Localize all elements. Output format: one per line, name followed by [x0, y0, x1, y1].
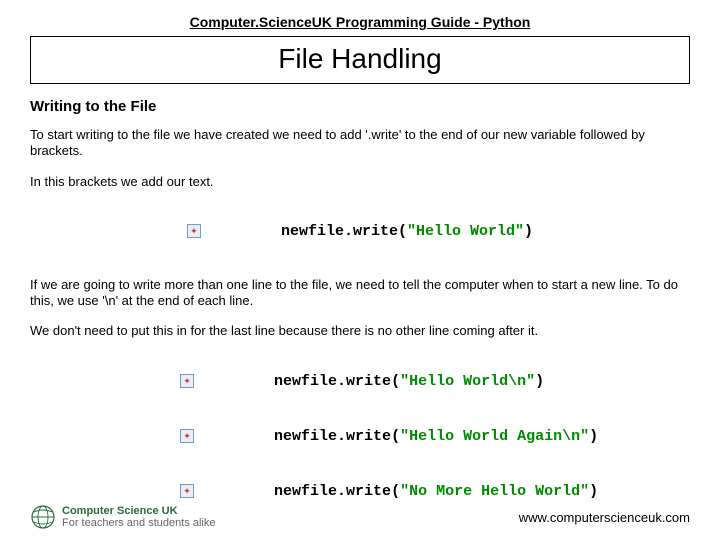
paragraph-2: In this brackets we add our text.	[30, 174, 690, 190]
code-punct: (	[398, 223, 407, 240]
code-punct: .	[337, 373, 346, 390]
code-ident: newfile	[274, 428, 337, 445]
footer-logo: Computer Science UK For teachers and stu…	[30, 504, 215, 530]
footer-logo-title: Computer Science UK	[62, 505, 215, 517]
code-punct: (	[391, 483, 400, 500]
breakpoint-icon: ✦	[180, 429, 194, 443]
code-punct: .	[337, 483, 346, 500]
code-punct: )	[589, 483, 598, 500]
page-footer: Computer Science UK For teachers and stu…	[30, 504, 690, 530]
code-ident: newfile	[281, 223, 344, 240]
globe-icon	[30, 504, 56, 530]
code-punct: .	[337, 428, 346, 445]
footer-logo-subtitle: For teachers and students alike	[62, 517, 215, 529]
code-line: ✦ newfile.write("Hello World")	[187, 206, 533, 257]
paragraph-3: If we are going to write more than one l…	[30, 277, 690, 310]
code-example-1: ✦ newfile.write("Hello World")	[30, 204, 690, 259]
code-punct: )	[524, 223, 533, 240]
code-method: write	[353, 223, 398, 240]
page-header: Computer.ScienceUK Programming Guide - P…	[30, 14, 690, 30]
page-title: File Handling	[30, 36, 690, 84]
code-string: "Hello World\n"	[400, 373, 535, 390]
code-string: "No More Hello World"	[400, 483, 589, 500]
code-method: write	[346, 428, 391, 445]
code-punct: )	[589, 428, 598, 445]
code-method: write	[346, 373, 391, 390]
code-punct: (	[391, 373, 400, 390]
section-heading: Writing to the File	[30, 98, 690, 115]
breakpoint-icon: ✦	[180, 484, 194, 498]
code-ident: newfile	[274, 373, 337, 390]
breakpoint-icon: ✦	[187, 224, 201, 238]
paragraph-1: To start writing to the file we have cre…	[30, 127, 690, 160]
code-punct: )	[535, 373, 544, 390]
code-string: "Hello World"	[407, 223, 524, 240]
code-punct: (	[391, 428, 400, 445]
code-string: "Hello World Again\n"	[400, 428, 589, 445]
code-example-2: ✦ newfile.write("Hello World\n") ✦ newfi…	[30, 354, 690, 519]
breakpoint-icon: ✦	[180, 374, 194, 388]
footer-logo-text: Computer Science UK For teachers and stu…	[62, 505, 215, 529]
code-method: write	[346, 483, 391, 500]
code-ident: newfile	[274, 483, 337, 500]
code-punct: .	[344, 223, 353, 240]
code-line: ✦ newfile.write("Hello World Again\n")	[180, 411, 598, 462]
code-line: ✦ newfile.write("Hello World\n")	[180, 356, 544, 407]
footer-url: www.computerscienceuk.com	[519, 510, 690, 525]
paragraph-4: We don't need to put this in for the las…	[30, 323, 690, 339]
